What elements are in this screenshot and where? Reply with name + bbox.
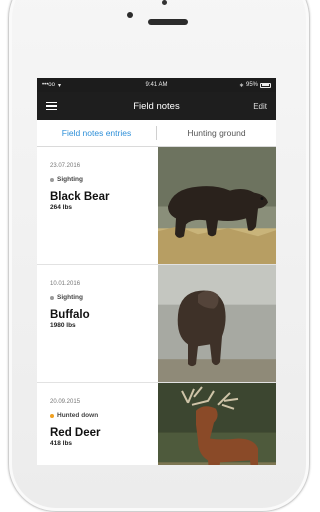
list-item[interactable]: 10.01.2016 Sighting Buffalo 1980 lbs [37,265,276,383]
status-time: 9:41 AM [145,82,168,88]
entry-date: 10.01.2016 [50,281,81,287]
status-dot-icon [50,177,54,182]
entry-name: Black Bear [50,191,110,203]
status-dot-icon [50,413,54,418]
menu-icon[interactable] [46,102,57,110]
entry-type: Sighting [50,176,158,183]
entry-date: 23.07.2016 [50,163,81,169]
front-camera [127,12,133,18]
entry-info: 20.09.2015 Hunted down Red Deer 418 lbs [37,383,158,465]
page-title: Field notes [133,100,180,112]
entry-name: Red Deer [50,427,101,439]
proximity-sensor [162,0,167,5]
entry-date: 20.09.2015 [50,399,81,405]
entry-type: Hunted down [50,412,158,419]
deer-photo [158,383,276,465]
segmented-tabs: Field notes entries Hunting ground [37,120,276,147]
list-item[interactable]: 23.07.2016 Sighting Black Bear 264 lbs [37,147,276,265]
status-bar: •••oo ▾ 9:41 AM ∗ 95% [37,78,276,92]
entry-type-label: Sighting [57,294,83,301]
earpiece-speaker [148,19,188,25]
entry-info: 23.07.2016 Sighting Black Bear 264 lbs [37,147,158,264]
list-item[interactable]: 20.09.2015 Hunted down Red Deer 418 lbs [37,383,276,465]
entry-type: Sighting [50,294,158,301]
entry-name: Buffalo [50,309,90,321]
edit-button[interactable]: Edit [253,102,267,111]
navigation-bar: Field notes Edit [37,92,276,120]
entry-weight: 264 lbs [50,204,73,211]
app-screen: •••oo ▾ 9:41 AM ∗ 95% Field notes Edit F… [37,78,276,465]
tab-hunting-ground[interactable]: Hunting ground [157,128,276,138]
entry-weight: 1980 lbs [50,322,76,329]
entry-type-label: Hunted down [57,412,99,419]
entry-weight: 418 lbs [50,440,73,447]
entry-type-label: Sighting [57,176,83,183]
buffalo-photo [158,265,276,382]
status-dot-icon [50,295,54,300]
tab-field-notes-entries[interactable]: Field notes entries [37,128,156,138]
entry-info: 10.01.2016 Sighting Buffalo 1980 lbs [37,265,158,382]
bear-photo [158,147,276,264]
